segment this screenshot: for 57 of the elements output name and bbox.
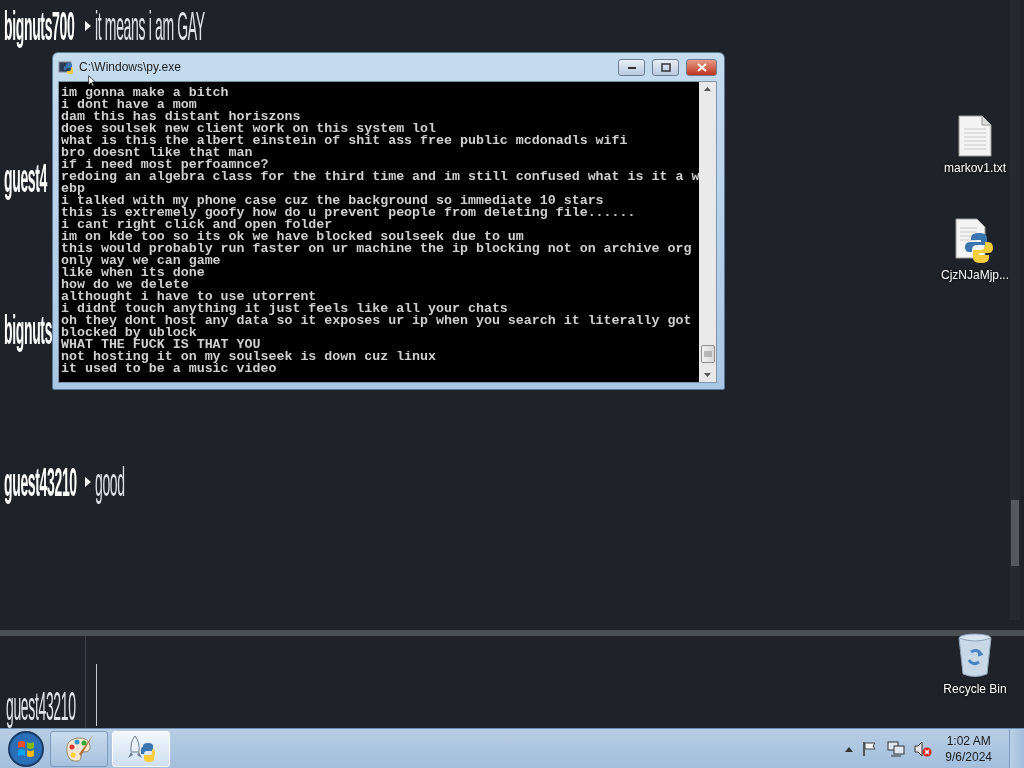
console-line: only way we can game bbox=[61, 255, 221, 267]
rocket-python-icon bbox=[125, 733, 157, 764]
username: bignuts700 bbox=[4, 4, 75, 48]
minimize-button[interactable] bbox=[618, 58, 645, 76]
flag-icon[interactable] bbox=[862, 740, 879, 757]
console-line: what is this the albert einstein of shit ass free public mcdonadls wifi bbox=[61, 135, 628, 147]
scroll-thumb[interactable] bbox=[1011, 500, 1019, 566]
minimize-icon bbox=[626, 64, 637, 70]
show-hidden-icons-icon[interactable] bbox=[845, 745, 854, 752]
text-file-icon bbox=[958, 115, 992, 157]
network-icon[interactable] bbox=[887, 740, 906, 757]
console-line: i cant right click and open folder bbox=[61, 219, 333, 231]
desktop-icon[interactable]: CjzNJaMjp... bbox=[930, 218, 1020, 282]
desktop-icon[interactable]: markov1.txt bbox=[930, 115, 1020, 175]
console-line: i didnt touch anything it just feels like all your chats bbox=[61, 303, 508, 315]
console-line: im on kde too so its ok we have blocked soulseek due to um bbox=[61, 231, 524, 243]
start-button[interactable] bbox=[6, 729, 46, 768]
console-line: this would probably run faster on ur machine the ip blocking not on archive org bbox=[61, 243, 692, 255]
close-button[interactable] bbox=[686, 58, 717, 76]
maximize-icon bbox=[660, 62, 671, 72]
scroll-thumb[interactable] bbox=[700, 345, 715, 363]
console-line: it used to be a music video bbox=[61, 363, 277, 375]
console-line: WHAT THE FUCK IS THAT YOU bbox=[61, 339, 261, 351]
message-text: it means i am GAY bbox=[94, 4, 205, 48]
console-line: bro doesnt like that man bbox=[61, 147, 253, 159]
input-username: guest43210 bbox=[6, 684, 76, 728]
console-line: this is extremely goofy how do u prevent people from deleting file...... bbox=[61, 207, 636, 219]
console-line: how do we delete bbox=[61, 279, 189, 291]
recycle-bin-icon bbox=[957, 632, 993, 678]
close-icon bbox=[696, 62, 707, 72]
python-file-icon bbox=[955, 218, 995, 264]
scrollbar[interactable] bbox=[699, 82, 716, 382]
console-line: oh they dont host any data so it exposes ur ip when you search it literally got bbox=[61, 315, 692, 327]
username: guest4 bbox=[4, 156, 48, 200]
console-line: ebp bbox=[61, 183, 85, 195]
console-line: im gonna make a bitch bbox=[61, 87, 229, 99]
clock[interactable]: 1:02 AM 9/6/2024 bbox=[945, 732, 992, 765]
arrow-icon bbox=[83, 20, 92, 32]
message-text: good bbox=[94, 460, 125, 504]
maximize-button[interactable] bbox=[652, 58, 679, 76]
arrow-icon bbox=[83, 476, 92, 488]
console-line: not hosting it on my soulseek is down cuz linux bbox=[61, 351, 437, 363]
username: guest43210 bbox=[4, 460, 77, 504]
console-line: i talked with my phone case cuz the background so immediate 10 stars bbox=[61, 195, 604, 207]
desktop-icon[interactable]: Recycle Bin bbox=[930, 632, 1020, 696]
username: bignuts bbox=[4, 308, 53, 352]
console-line: blocked by ublock bbox=[61, 327, 197, 339]
console-line: i dont have a mom bbox=[61, 99, 197, 111]
console-line: dam this has distant horiszons bbox=[61, 111, 301, 123]
console-line: if i need most perfoamnce? bbox=[61, 159, 269, 171]
speaker-muted-icon[interactable] bbox=[914, 740, 933, 757]
console-line: redoing an algebra class for the third time and im still confused what is it a w bbox=[61, 171, 699, 183]
console-line: like when its done bbox=[61, 267, 205, 279]
window-title: C:\Windows\py.exe bbox=[79, 60, 182, 74]
console-app-icon bbox=[58, 59, 74, 75]
console-line: althought i have to use utorrent bbox=[61, 291, 317, 303]
console-line: does soulsek new client work on this system lol bbox=[61, 123, 437, 135]
